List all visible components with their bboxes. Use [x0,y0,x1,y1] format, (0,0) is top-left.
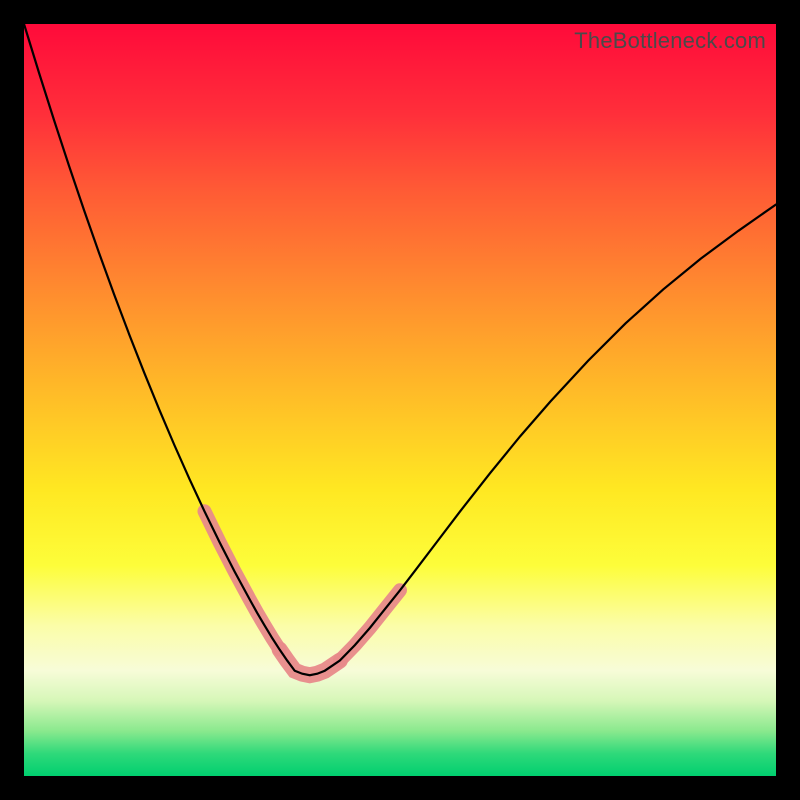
plot-area: TheBottleneck.com [24,24,776,776]
curve-path [24,24,776,675]
chart-frame: TheBottleneck.com [0,0,800,800]
bottleneck-curve [24,24,776,776]
